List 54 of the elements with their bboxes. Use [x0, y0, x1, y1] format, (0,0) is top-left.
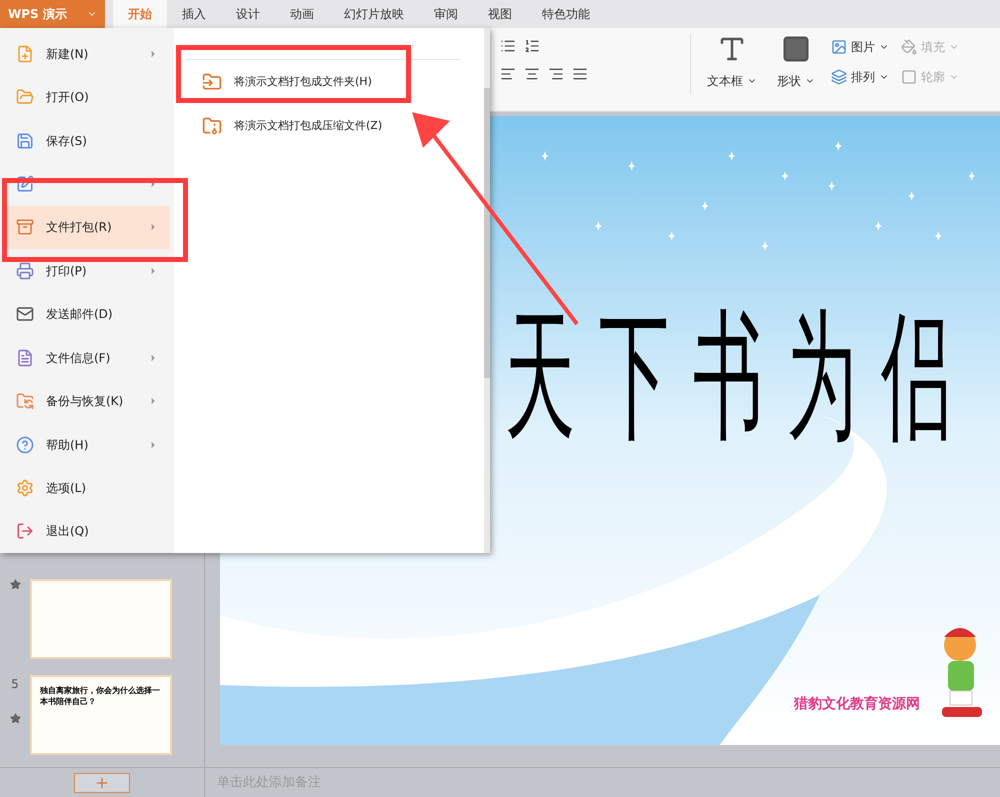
- settings-icon: [16, 478, 34, 497]
- ribbon-small-button[interactable]: 图片: [831, 38, 889, 56]
- folder-restore-icon: [16, 392, 34, 410]
- submenu-item[interactable]: 将演示文档打包成文件夹(H): [174, 60, 372, 104]
- picture-icon: [831, 39, 847, 55]
- save-icon: [16, 132, 34, 150]
- mail-icon: [16, 305, 34, 324]
- align-center-icon[interactable]: [524, 66, 540, 82]
- align-right-icon[interactable]: [548, 66, 564, 82]
- ribbon-large-button[interactable]: 形状: [773, 34, 819, 90]
- help-icon: [16, 436, 34, 454]
- bullet-list-icon[interactable]: [500, 38, 516, 54]
- ribbon-tab[interactable]: 视图: [473, 0, 527, 28]
- package-icon: [16, 218, 34, 236]
- menu-item[interactable]: 新建(N): [4, 32, 170, 76]
- new-file-icon: [16, 44, 34, 63]
- slide-title: 天下书为侣: [505, 306, 975, 446]
- paint-bucket-icon: [901, 39, 917, 55]
- menu-item[interactable]: 发送邮件(D): [4, 292, 170, 336]
- menu-item[interactable]: 保存(S): [4, 118, 170, 162]
- menu-item[interactable]: 备份与恢复(K): [4, 379, 170, 423]
- ribbon-tab[interactable]: 特色功能: [527, 0, 605, 28]
- menu-item[interactable]: 文件信息(F): [4, 336, 170, 380]
- ribbon-small-button[interactable]: 排列: [831, 68, 889, 86]
- site-name: 猎豹文化教育资源网: [794, 694, 920, 714]
- menu-item[interactable]: 文件打包(R): [4, 206, 170, 250]
- layers-icon: [831, 69, 847, 85]
- exit-icon: [16, 522, 34, 540]
- ribbon-tab[interactable]: 插入: [167, 0, 221, 28]
- scrollbar-thumb[interactable]: [484, 88, 490, 378]
- align-justify-icon[interactable]: [572, 66, 588, 82]
- folder-icon: [16, 88, 34, 106]
- submenu-item[interactable]: 将演示文档打包成压缩文件(Z): [174, 104, 382, 148]
- numbered-list-icon[interactable]: [524, 38, 540, 54]
- slide-thumbnail[interactable]: 独自离家旅行，你会为什么选择一本书陪伴自己？: [30, 675, 172, 755]
- ribbon-tab[interactable]: 设计: [221, 0, 275, 28]
- menu-item[interactable]: 退出(Q): [4, 510, 170, 554]
- square-icon: [901, 69, 917, 85]
- ribbon-tab[interactable]: 动画: [275, 0, 329, 28]
- printer-icon: [16, 262, 34, 280]
- slide-number: 5: [11, 676, 19, 693]
- menu-item[interactable]: 帮助(H): [4, 422, 170, 466]
- slide-thumbnail[interactable]: [30, 579, 172, 659]
- menu-item[interactable]: 打开(O): [4, 75, 170, 119]
- shape-icon: [781, 34, 811, 64]
- ribbon-tab[interactable]: 审阅: [419, 0, 473, 28]
- align-left-icon[interactable]: [500, 66, 516, 82]
- ribbon-large-button[interactable]: 文本框: [703, 34, 761, 90]
- plus-icon: [94, 774, 110, 790]
- menu-item[interactable]: 打印(P): [4, 249, 170, 293]
- thumbnail-text: 独自离家旅行，你会为什么选择一本书陪伴自己？: [40, 686, 160, 706]
- menu-item[interactable]: 选项(L): [4, 466, 170, 510]
- file-info-icon: [16, 348, 34, 367]
- ribbon-tab[interactable]: 幻灯片放映: [329, 0, 419, 28]
